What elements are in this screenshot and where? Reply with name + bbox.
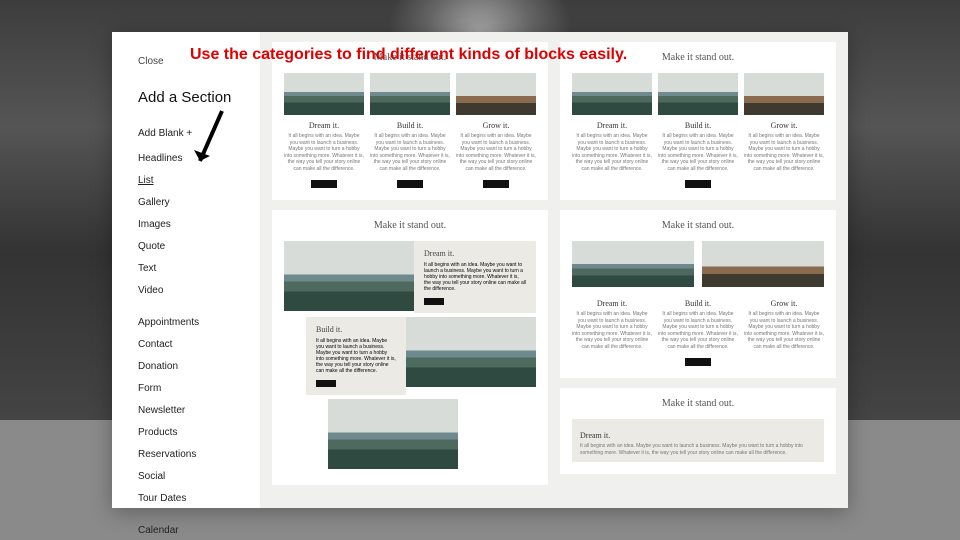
col-text: It all begins with an idea. Maybe you wa… [580,443,816,456]
col-head: Dream it. [284,121,364,130]
col-text: It all begins with an idea. Maybe you wa… [572,133,652,172]
category-reservations[interactable]: Reservations [138,449,260,460]
col-head: Build it. [370,121,450,130]
sidebar-title: Add a Section [138,89,260,106]
cta-button [424,298,444,305]
tutorial-annotation: Use the categories to find different kin… [190,46,627,64]
category-quote[interactable]: Quote [138,241,260,252]
category-calendar[interactable]: Calendar [138,525,260,536]
col-head: Build it. [316,325,396,334]
category-list[interactable]: List [138,175,260,186]
category-contact[interactable]: Contact [138,339,260,350]
preview-heading: Make it stand out. [572,398,824,409]
col-text: It all begins with an idea. Maybe you wa… [658,311,738,350]
category-products[interactable]: Products [138,427,260,438]
cta-button [397,180,423,188]
col-text: It all begins with an idea. Maybe you wa… [316,338,396,374]
col-text: It all begins with an idea. Maybe you wa… [572,311,652,350]
col-text: It all begins with an idea. Maybe you wa… [456,133,536,172]
preview-heading: Make it stand out. [572,220,824,231]
section-preview[interactable]: Make it stand out. Dream it. It all begin… [272,210,548,485]
col-text: It all begins with an idea. Maybe you wa… [744,311,824,350]
section-gallery: Make it stand out. Dream it. It all begin… [260,32,848,508]
category-video[interactable]: Video [138,285,260,296]
col-head: Build it. [658,121,738,130]
category-newsletter[interactable]: Newsletter [138,405,260,416]
section-preview[interactable]: Make it stand out. Dream it. It all begi… [560,388,836,474]
category-donation[interactable]: Donation [138,361,260,372]
col-head: Dream it. [580,431,816,440]
category-headlines[interactable]: Headlines [138,153,260,164]
col-text: It all begins with an idea. Maybe you wa… [370,133,450,172]
gallery-column-left: Make it stand out. Dream it. It all begin… [272,42,548,498]
col-text: It all begins with an idea. Maybe you wa… [744,133,824,172]
category-form[interactable]: Form [138,383,260,394]
add-section-modal: Close Add a Section Add Blank + Headline… [112,32,848,508]
col-head: Grow it. [456,121,536,130]
cta-button [316,380,336,387]
cta-button [685,180,711,188]
category-appointments[interactable]: Appointments [138,317,260,328]
section-preview[interactable]: Make it stand out. Dream it. It all begin… [560,210,836,378]
col-head: Grow it. [744,299,824,308]
add-blank-button[interactable]: Add Blank + [138,128,260,139]
cta-button [685,358,711,366]
category-images[interactable]: Images [138,219,260,230]
col-head: Grow it. [744,121,824,130]
col-head: Dream it. [572,299,652,308]
col-text: It all begins with an idea. Maybe you wa… [424,262,526,292]
col-text: It all begins with an idea. Maybe you wa… [284,133,364,172]
category-social[interactable]: Social [138,471,260,482]
col-head: Build it. [658,299,738,308]
cta-button [311,180,337,188]
category-text[interactable]: Text [138,263,260,274]
category-gallery[interactable]: Gallery [138,197,260,208]
sidebar: Close Add a Section Add Blank + Headline… [112,32,260,508]
col-head: Dream it. [424,249,526,258]
gallery-column-right: Make it stand out. Dream it. It all begin… [560,42,836,498]
preview-heading: Make it stand out. [284,220,536,231]
category-tour-dates[interactable]: Tour Dates [138,493,260,504]
section-preview[interactable]: Make it stand out. Dream it.It all begin… [560,42,836,200]
col-text: It all begins with an idea. Maybe you wa… [658,133,738,172]
cta-button [483,180,509,188]
col-head: Dream it. [572,121,652,130]
section-preview[interactable]: Make it stand out. Dream it.It all begin… [272,42,548,200]
